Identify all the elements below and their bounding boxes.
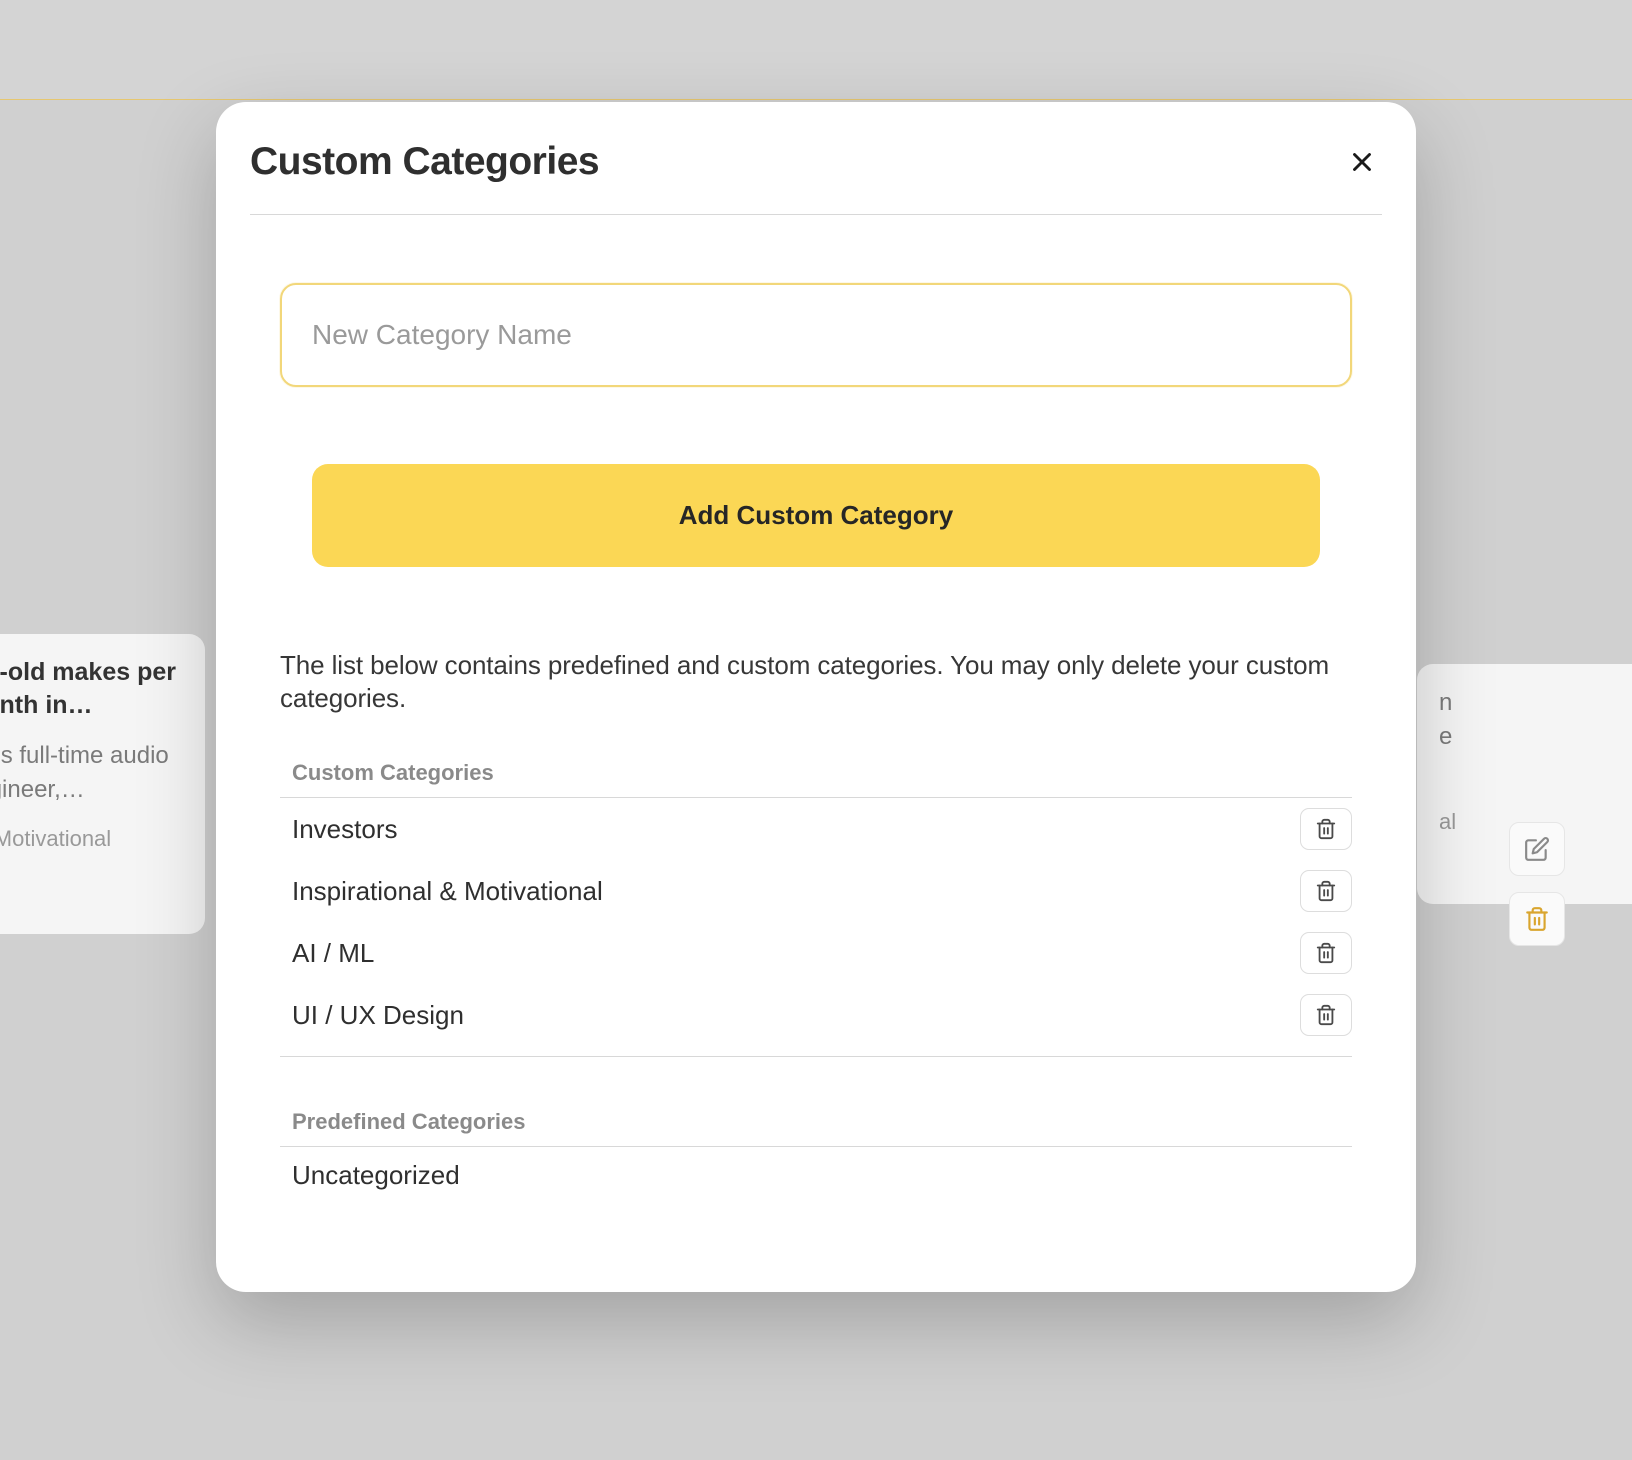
modal-header: Custom Categories <box>250 140 1382 215</box>
predefined-categories-section-title: Predefined Categories <box>280 1109 1352 1135</box>
delete-category-button[interactable] <box>1300 932 1352 974</box>
section-divider <box>280 1056 1352 1057</box>
close-button[interactable] <box>1342 142 1382 182</box>
trash-icon <box>1315 818 1337 840</box>
trash-icon <box>1315 942 1337 964</box>
delete-category-button[interactable] <box>1300 808 1352 850</box>
info-text: The list below contains predefined and c… <box>280 649 1352 714</box>
delete-category-button[interactable] <box>1300 870 1352 912</box>
category-name: AI / ML <box>292 938 374 969</box>
custom-categories-modal: Custom Categories Add Custom Category Th… <box>216 102 1416 1292</box>
category-name: UI / UX Design <box>292 1000 464 1031</box>
trash-icon <box>1315 880 1337 902</box>
delete-category-button[interactable] <box>1300 994 1352 1036</box>
custom-category-row: Inspirational & Motivational <box>280 860 1352 922</box>
modal-title: Custom Categories <box>250 140 599 184</box>
trash-icon <box>1315 1004 1337 1026</box>
modal-body: Add Custom Category The list below conta… <box>250 215 1382 1203</box>
category-name: Inspirational & Motivational <box>292 876 603 907</box>
custom-categories-list: Investors Inspirational & Motivational A… <box>280 798 1352 1046</box>
close-icon <box>1347 147 1377 177</box>
predefined-categories-section-header: Predefined Categories <box>280 1109 1352 1147</box>
new-category-input[interactable] <box>280 283 1352 387</box>
predefined-category-row: Uncategorized <box>280 1147 1352 1203</box>
custom-categories-section-header: Custom Categories <box>280 760 1352 798</box>
custom-categories-section-title: Custom Categories <box>280 760 1352 786</box>
modal-overlay: Custom Categories Add Custom Category Th… <box>0 0 1632 1460</box>
custom-category-row: UI / UX Design <box>280 984 1352 1046</box>
add-custom-category-button[interactable]: Add Custom Category <box>312 464 1320 567</box>
custom-category-row: Investors <box>280 798 1352 860</box>
predefined-categories-list: Uncategorized <box>280 1147 1352 1203</box>
custom-category-row: AI / ML <box>280 922 1352 984</box>
category-name: Uncategorized <box>292 1160 460 1191</box>
category-name: Investors <box>292 814 398 845</box>
